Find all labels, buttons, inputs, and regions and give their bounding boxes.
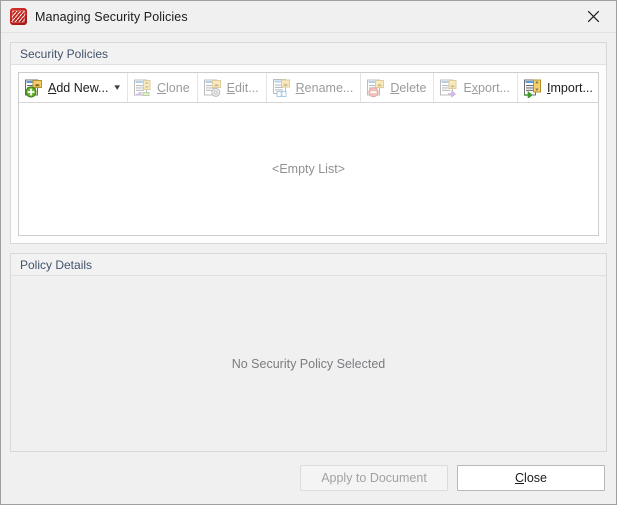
empty-list-text: <Empty List> xyxy=(272,162,345,176)
security-policies-group-title: Security Policies xyxy=(20,46,109,61)
edit-policy-icon xyxy=(203,78,223,98)
close-button[interactable]: Close xyxy=(457,465,605,491)
add-new-policy-button[interactable]: Add New... ▾ xyxy=(19,73,128,102)
security-policies-group-inner: Add New... ▾ Clone Edit... Rename... Del… xyxy=(11,65,606,243)
export-policy-icon xyxy=(439,78,459,98)
export-policy-label: Export... xyxy=(463,80,511,95)
managing-security-policies-dialog: Managing Security Policies Security Poli… xyxy=(0,0,617,505)
rename-policy-label: Rename... xyxy=(295,80,354,95)
dialog-body: Security Policies Add New... ▾ Clone Edi… xyxy=(1,33,616,452)
policy-details-group: Policy Details No Security Policy Select… xyxy=(10,253,607,452)
policy-details-group-title: Policy Details xyxy=(20,257,93,272)
edit-policy-button[interactable]: Edit... xyxy=(198,73,267,102)
clone-policy-button[interactable]: Clone xyxy=(128,73,198,102)
security-policies-group-header: Security Policies xyxy=(11,43,606,65)
title-bar: Managing Security Policies xyxy=(1,1,616,33)
rename-policy-button[interactable]: Rename... xyxy=(267,73,362,102)
add-new-policy-label: Add New... xyxy=(48,80,109,95)
delete-policy-label: Delete xyxy=(390,80,427,95)
clone-policy-label: Clone xyxy=(157,80,190,95)
policy-details-group-header: Policy Details xyxy=(11,254,606,276)
chevron-down-icon: ▾ xyxy=(114,82,121,92)
no-policy-selected-text: No Security Policy Selected xyxy=(231,356,386,371)
close-icon xyxy=(587,10,600,22)
window-title: Managing Security Policies xyxy=(35,9,188,24)
pdf-xchange-icon xyxy=(10,8,27,25)
export-policy-button[interactable]: Export... xyxy=(434,73,519,102)
policies-toolbar: Add New... ▾ Clone Edit... Rename... Del… xyxy=(19,73,598,103)
delete-policy-icon xyxy=(366,78,386,98)
close-window-button[interactable] xyxy=(571,1,616,31)
security-policies-group: Security Policies Add New... ▾ Clone Edi… xyxy=(10,42,607,244)
apply-to-document-button[interactable]: Apply to Document xyxy=(300,465,448,491)
import-policy-label: Import... xyxy=(547,80,593,95)
policies-list-frame: Add New... ▾ Clone Edit... Rename... Del… xyxy=(18,72,599,236)
import-policy-button[interactable]: Import... xyxy=(518,73,600,102)
delete-policy-button[interactable]: Delete xyxy=(361,73,435,102)
edit-policy-label: Edit... xyxy=(226,80,259,95)
dialog-footer: Apply to Document Close xyxy=(1,452,616,504)
add-policy-icon xyxy=(24,78,44,98)
policy-details-content: No Security Policy Selected xyxy=(11,276,606,451)
close-button-label: Close xyxy=(515,471,547,485)
import-policy-icon xyxy=(523,78,543,99)
rename-policy-icon xyxy=(272,78,292,98)
policies-list[interactable]: <Empty List> xyxy=(19,103,598,235)
clone-policy-icon xyxy=(133,78,153,98)
